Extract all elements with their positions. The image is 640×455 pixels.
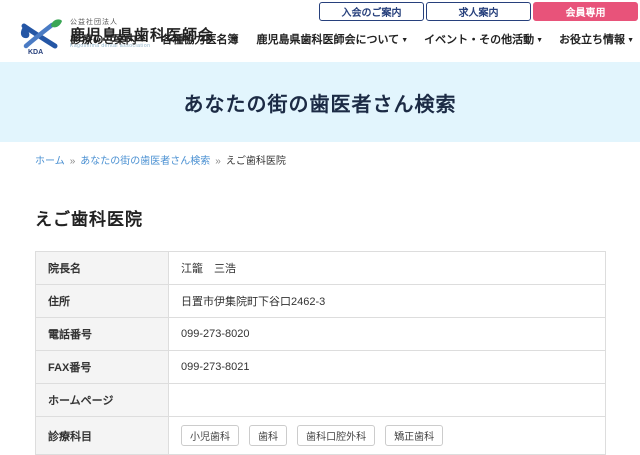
page-title: えご歯科医院: [35, 205, 640, 230]
clinic-info-table: 院長名 江籠 三浩 住所 日置市伊集院町下谷口2462-3 電話番号 099-2…: [35, 251, 606, 455]
main-nav: 診療のご案内▼ 各種協力医名簿 鹿児島県歯科医師会について▼ イベント・その他活…: [71, 31, 634, 47]
chevron-down-icon: ▼: [139, 37, 146, 44]
department-tag: 歯科口腔外科: [297, 425, 375, 446]
chevron-down-icon: ▼: [627, 37, 634, 44]
breadcrumb-current: えご歯科医院: [226, 156, 286, 167]
table-row-phone: 電話番号 099-273-8020: [36, 318, 606, 351]
row-label: ホームページ: [36, 384, 169, 417]
breadcrumb-search-link[interactable]: あなたの街の歯医者さん検索: [80, 156, 210, 167]
homepage-value: [169, 384, 606, 417]
nav-item-about-association[interactable]: 鹿児島県歯科医師会について▼: [257, 31, 409, 47]
department-tag: 矯正歯科: [385, 425, 443, 446]
kda-logo-text: KDA: [28, 49, 43, 55]
site-header: KDA 公益社団法人 鹿児島県歯科医師会 Kagoshima dental as…: [0, 0, 640, 62]
chevron-down-icon: ▼: [401, 37, 408, 44]
nav-item-cooperating-doctors[interactable]: 各種協力医名簿: [162, 31, 241, 47]
breadcrumb-home-link[interactable]: ホーム: [35, 156, 65, 167]
header-top-buttons: 入会のご案内 求人案内 会員専用: [319, 2, 638, 21]
breadcrumb-separator: »: [215, 156, 221, 167]
row-label: 住所: [36, 285, 169, 318]
join-guide-button[interactable]: 入会のご案内: [319, 2, 424, 21]
departments-value: 小児歯科 歯科 歯科口腔外科 矯正歯科: [169, 417, 606, 455]
table-row-address: 住所 日置市伊集院町下谷口2462-3: [36, 285, 606, 318]
hero-title: あなたの街の歯医者さん検索: [184, 88, 457, 117]
department-tag: 歯科: [249, 425, 287, 446]
row-label: 診療科目: [36, 417, 169, 455]
phone-value: 099-273-8020: [169, 318, 606, 351]
chevron-down-icon: ▼: [536, 37, 543, 44]
job-info-button[interactable]: 求人案内: [426, 2, 531, 21]
table-row-homepage: ホームページ: [36, 384, 606, 417]
nav-item-medical-guide[interactable]: 診療のご案内▼: [71, 31, 146, 47]
table-row-fax: FAX番号 099-273-8021: [36, 351, 606, 384]
nav-item-useful-info[interactable]: お役立ち情報▼: [559, 31, 634, 47]
table-row-director: 院長名 江籠 三浩: [36, 252, 606, 285]
members-only-button[interactable]: 会員専用: [533, 2, 638, 21]
row-label: 院長名: [36, 252, 169, 285]
hero-banner: あなたの街の歯医者さん検索: [0, 62, 640, 142]
breadcrumb: ホーム » あなたの街の歯医者さん検索 » えご歯科医院: [35, 152, 640, 167]
kda-logo-icon: KDA: [18, 17, 64, 55]
row-label: FAX番号: [36, 351, 169, 384]
director-name-value: 江籠 三浩: [169, 252, 606, 285]
table-row-departments: 診療科目 小児歯科 歯科 歯科口腔外科 矯正歯科: [36, 417, 606, 455]
nav-item-events[interactable]: イベント・その他活動▼: [424, 31, 543, 47]
row-label: 電話番号: [36, 318, 169, 351]
breadcrumb-separator: »: [70, 156, 76, 167]
fax-value: 099-273-8021: [169, 351, 606, 384]
org-type: 公益社団法人: [70, 19, 214, 27]
address-value: 日置市伊集院町下谷口2462-3: [169, 285, 606, 318]
department-tag: 小児歯科: [181, 425, 239, 446]
